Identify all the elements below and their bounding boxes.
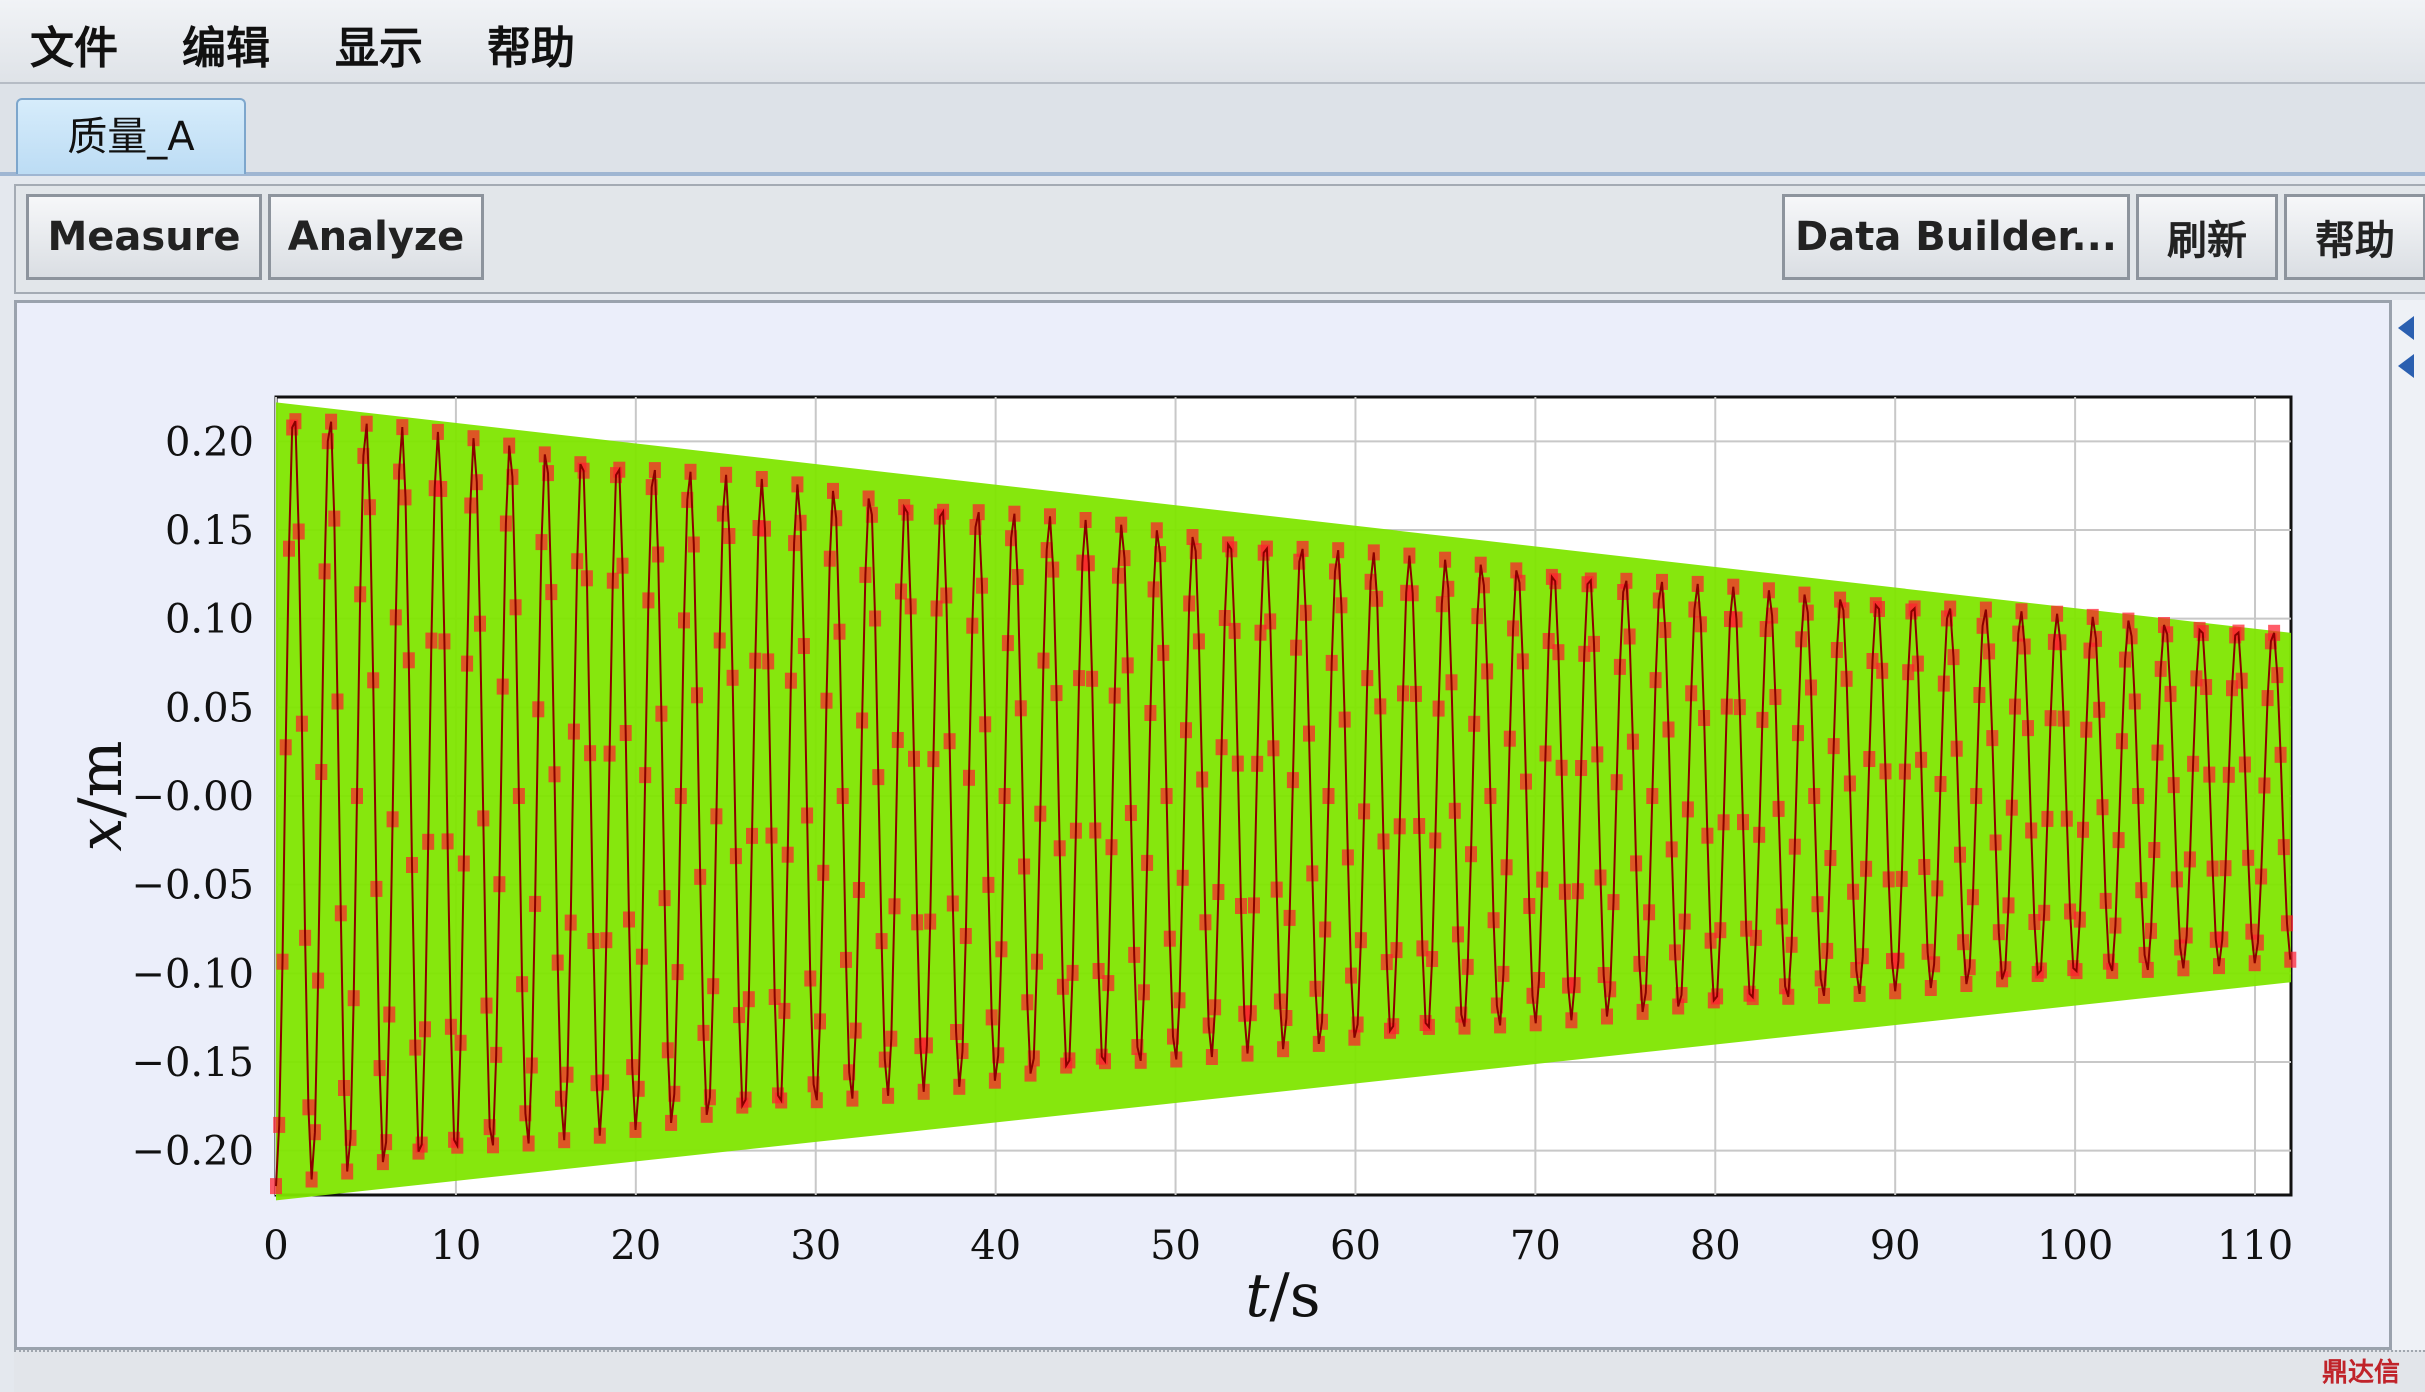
x-tick-label: 80	[1690, 1223, 1741, 1269]
refresh-button[interactable]: 刷新	[2136, 194, 2278, 280]
tab-mass-a[interactable]: 质量_A	[16, 98, 246, 174]
x-tick-label: 20	[610, 1223, 661, 1269]
status-bar	[14, 1350, 2425, 1392]
y-tick-label: 0.10	[165, 597, 254, 643]
x-tick-label: 30	[790, 1223, 841, 1269]
toolbar: Measure Analyze Data Builder... 刷新 帮助	[14, 184, 2425, 294]
x-tick-label: 0	[263, 1223, 288, 1269]
y-tick-label: 0.05	[165, 685, 254, 731]
menu-bar: 文件 编辑 显示 帮助	[0, 0, 2425, 84]
analyze-button[interactable]: Analyze	[268, 194, 484, 280]
menu-edit[interactable]: 编辑	[182, 12, 270, 76]
scroll-down-arrow-icon[interactable]	[2398, 354, 2414, 378]
x-tick-label: 100	[2037, 1223, 2113, 1269]
x-tick-label: 60	[1330, 1223, 1381, 1269]
y-tick-label: 0.15	[165, 508, 254, 554]
x-tick-label: 10	[430, 1223, 481, 1269]
x-tick-label: 90	[1870, 1223, 1921, 1269]
measure-button[interactable]: Measure	[26, 194, 262, 280]
y-tick-label: −0.20	[131, 1129, 254, 1175]
watermark-logo: 鼎达信	[2322, 1358, 2401, 1388]
y-axis-label: x/m	[66, 741, 136, 852]
tab-bar: 质量_A	[0, 84, 2425, 176]
y-tick-label: 0.20	[165, 419, 254, 465]
menu-file[interactable]: 文件	[30, 12, 118, 76]
displacement-chart[interactable]: 0 10 20 30 40 50 60 70 80 90 100 110 0.200.150.100.…	[17, 303, 2389, 1347]
x-tick-label: 110	[2217, 1223, 2293, 1269]
help-button[interactable]: 帮助	[2284, 194, 2425, 280]
y-tick-label: −0.10	[131, 951, 254, 997]
y-tick-label: −0.05	[131, 863, 254, 909]
x-tick-label: 50	[1150, 1223, 1201, 1269]
y-tick-label: −0.15	[131, 1040, 254, 1086]
y-tick-labels: 0.20 0.15 0.10 0.05 −0.00 −0.05 −0.10 −0.15 −0.2…	[131, 419, 254, 1174]
menu-view[interactable]: 显示	[335, 12, 423, 76]
scroll-up-arrow-icon[interactable]	[2398, 316, 2414, 340]
x-tick-label: 70	[1510, 1223, 1561, 1269]
x-axis-label: t/s	[1245, 1261, 1320, 1331]
plot-panel: 0 10 20 30 40 50 60 70 80 90 100 110 0.20 0.15 0.10 0.…	[14, 300, 2392, 1350]
menu-help[interactable]: 帮助	[487, 12, 575, 76]
x-tick-label: 40	[970, 1223, 1021, 1269]
data-builder-button[interactable]: Data Builder...	[1782, 194, 2130, 280]
scroll-strip	[2392, 300, 2425, 1350]
y-tick-label: −0.00	[131, 774, 254, 820]
